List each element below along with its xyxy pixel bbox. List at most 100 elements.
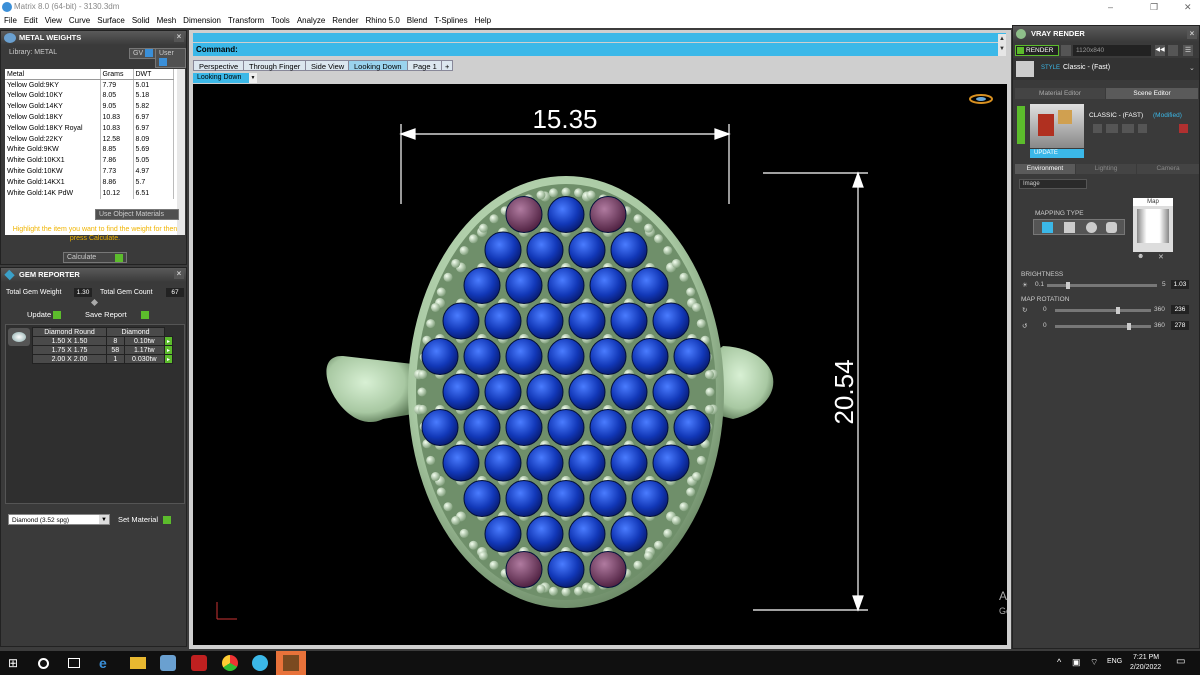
table-row[interactable]: White Gold:10KX1 7.86 5.05 [5, 155, 174, 167]
dwt-col-header[interactable]: DWT [133, 69, 174, 81]
rotation2-slider[interactable] [1055, 323, 1151, 330]
map-preview[interactable]: Map [1133, 198, 1173, 252]
language-indicator[interactable]: ENG [1107, 658, 1122, 665]
command-input[interactable] [431, 44, 999, 55]
mapping-spherical-icon[interactable] [1042, 222, 1053, 233]
table-row[interactable]: White Gold:9KW 8.85 5.69 [5, 144, 174, 156]
brightness-value[interactable]: 1.03 [1171, 280, 1189, 289]
menu-rhino[interactable]: Rhino 5.0 [366, 14, 400, 28]
table-row[interactable]: Yellow Gold:18KY 10.83 6.97 [5, 112, 174, 123]
menu-mesh[interactable]: Mesh [157, 14, 177, 28]
render-settings-icon[interactable] [1168, 45, 1178, 56]
file-explorer-icon[interactable] [130, 657, 146, 669]
table-row[interactable]: White Gold:10KW 7.73 4.97 [5, 166, 174, 177]
tab-perspective[interactable]: Perspective [193, 60, 245, 71]
clock-time[interactable]: 7:21 PM [1133, 654, 1159, 661]
material-select[interactable]: Diamond (3.52 spg) ▼ [8, 514, 110, 525]
tab-side-view[interactable]: Side View [305, 60, 351, 71]
update-button[interactable]: Update [27, 310, 62, 320]
close-button[interactable]: ✕ [1184, 0, 1192, 14]
table-row[interactable]: White Gold:14K PdW 10.12 6.51 [5, 187, 174, 199]
menu-help[interactable]: Help [475, 14, 491, 28]
render-button[interactable]: RENDER [1015, 45, 1059, 56]
gv-toggle[interactable]: GV [129, 48, 158, 59]
command-line[interactable]: Command: [193, 43, 1006, 56]
resolution-field[interactable]: 1120x840 [1073, 45, 1151, 56]
tray-chevron-icon[interactable]: ^ [1057, 657, 1061, 667]
gem-row-go-icon[interactable]: ▸ [164, 336, 173, 346]
active-app-tab[interactable] [276, 651, 306, 675]
tab-looking-down[interactable]: Looking Down [348, 60, 408, 71]
menu-curve[interactable]: Curve [69, 14, 90, 28]
start-windows-icon[interactable]: ⊞ [8, 655, 24, 671]
table-row[interactable]: 1.50 X 1.50 8 0.10tw ▸ [32, 336, 173, 346]
chrome-icon[interactable] [222, 655, 238, 671]
rotation2-slider-thumb[interactable] [1127, 323, 1132, 330]
tray-network-icon[interactable]: ▣ [1072, 657, 1081, 668]
splitter-handle[interactable] [90, 298, 99, 307]
tab-through-finger[interactable]: Through Finger [243, 60, 307, 71]
rotation1-slider[interactable] [1055, 307, 1151, 314]
rewind-icon[interactable]: ◀◀ [1155, 45, 1165, 56]
brightness-slider-thumb[interactable] [1065, 282, 1070, 289]
menu-analyze[interactable]: Analyze [297, 14, 325, 28]
rotation1-slider-thumb[interactable] [1115, 307, 1120, 314]
gem-reporter-close-icon[interactable]: × [174, 269, 184, 279]
add-tab-button[interactable]: + [441, 60, 454, 71]
edge-icon[interactable]: e [99, 655, 115, 671]
preset-delete-icon[interactable] [1179, 124, 1188, 133]
tray-wifi-icon[interactable]: ⌔ [1090, 657, 1098, 668]
task-view-icon[interactable] [68, 658, 80, 668]
table-row[interactable]: 1.75 X 1.75 58 1.17tw ▸ [32, 345, 173, 355]
search-icon[interactable] [38, 658, 49, 669]
clock-date[interactable]: 2/20/2022 [1130, 664, 1161, 671]
table-row[interactable]: White Gold:14KX1 8.86 5.7 [5, 176, 174, 188]
table-row[interactable]: Yellow Gold:18KY Royal 10.83 6.97 [5, 122, 174, 134]
metal-col-header[interactable]: Metal [5, 69, 101, 81]
rotation1-value[interactable]: 236 [1171, 305, 1189, 314]
menu-transform[interactable]: Transform [228, 14, 264, 28]
options-icon[interactable]: ☰ [1183, 45, 1193, 56]
tab-page-1[interactable]: Page 1 [407, 60, 443, 71]
table-row[interactable]: Yellow Gold:22KY 12.58 8.09 [5, 133, 174, 145]
app-icon-1[interactable] [160, 655, 176, 671]
set-material-button[interactable]: Set Material [118, 515, 172, 525]
mapping-cubic-icon[interactable] [1064, 222, 1075, 233]
minimize-button[interactable]: – [1108, 0, 1113, 14]
vray-close-icon[interactable]: × [1187, 29, 1197, 39]
menu-render[interactable]: Render [332, 14, 358, 28]
resolution-lock-icon[interactable] [1061, 45, 1071, 56]
tab-material-editor[interactable]: Material Editor [1015, 88, 1105, 99]
tab-lighting[interactable]: Lighting [1076, 164, 1136, 174]
preset-expand-handle[interactable] [1017, 106, 1025, 144]
tab-environment[interactable]: Environment [1015, 164, 1075, 174]
menu-file[interactable]: File [4, 14, 17, 28]
notifications-icon[interactable]: ▭ [1176, 656, 1185, 667]
menu-blend[interactable]: Blend [407, 14, 427, 28]
map-pick-icon[interactable]: ☻ [1137, 253, 1144, 260]
mapping-dome-icon[interactable] [1086, 222, 1097, 233]
calculate-button[interactable]: Calculate [63, 252, 127, 263]
menu-solid[interactable]: Solid [132, 14, 150, 28]
viewport-label-menu[interactable]: Looking Down ▼ [193, 73, 257, 83]
app-icon-2[interactable] [191, 655, 207, 671]
style-chevron-icon[interactable]: ⌄ [1189, 64, 1195, 72]
save-report-button[interactable]: Save Report [85, 310, 149, 320]
viewport[interactable]: 15.35 20.54 Activate Windows Go to Setti… [193, 84, 1007, 645]
tab-scene-editor[interactable]: Scene Editor [1106, 88, 1198, 99]
gem-row-go-icon[interactable]: ▸ [164, 354, 173, 364]
preset-paste-icon[interactable] [1122, 124, 1134, 133]
menu-view[interactable]: View [45, 14, 62, 28]
menu-edit[interactable]: Edit [24, 14, 38, 28]
style-value[interactable]: Classic - (Fast) [1063, 64, 1110, 71]
maximize-button[interactable]: ❐ [1150, 0, 1158, 14]
grams-col-header[interactable]: Grams [100, 69, 134, 81]
table-row[interactable]: Yellow Gold:9KY 7.79 5.01 [5, 79, 174, 91]
menu-dimension[interactable]: Dimension [183, 14, 221, 28]
user-toggle[interactable]: User [155, 48, 186, 68]
table-row[interactable]: Yellow Gold:10KY 8.05 5.18 [5, 90, 174, 102]
matrix-icon[interactable] [252, 655, 268, 671]
map-clear-icon[interactable]: ✕ [1158, 253, 1164, 261]
environment-type-select[interactable]: Image [1019, 179, 1087, 189]
preset-update-button[interactable]: UPDATE [1030, 149, 1084, 158]
